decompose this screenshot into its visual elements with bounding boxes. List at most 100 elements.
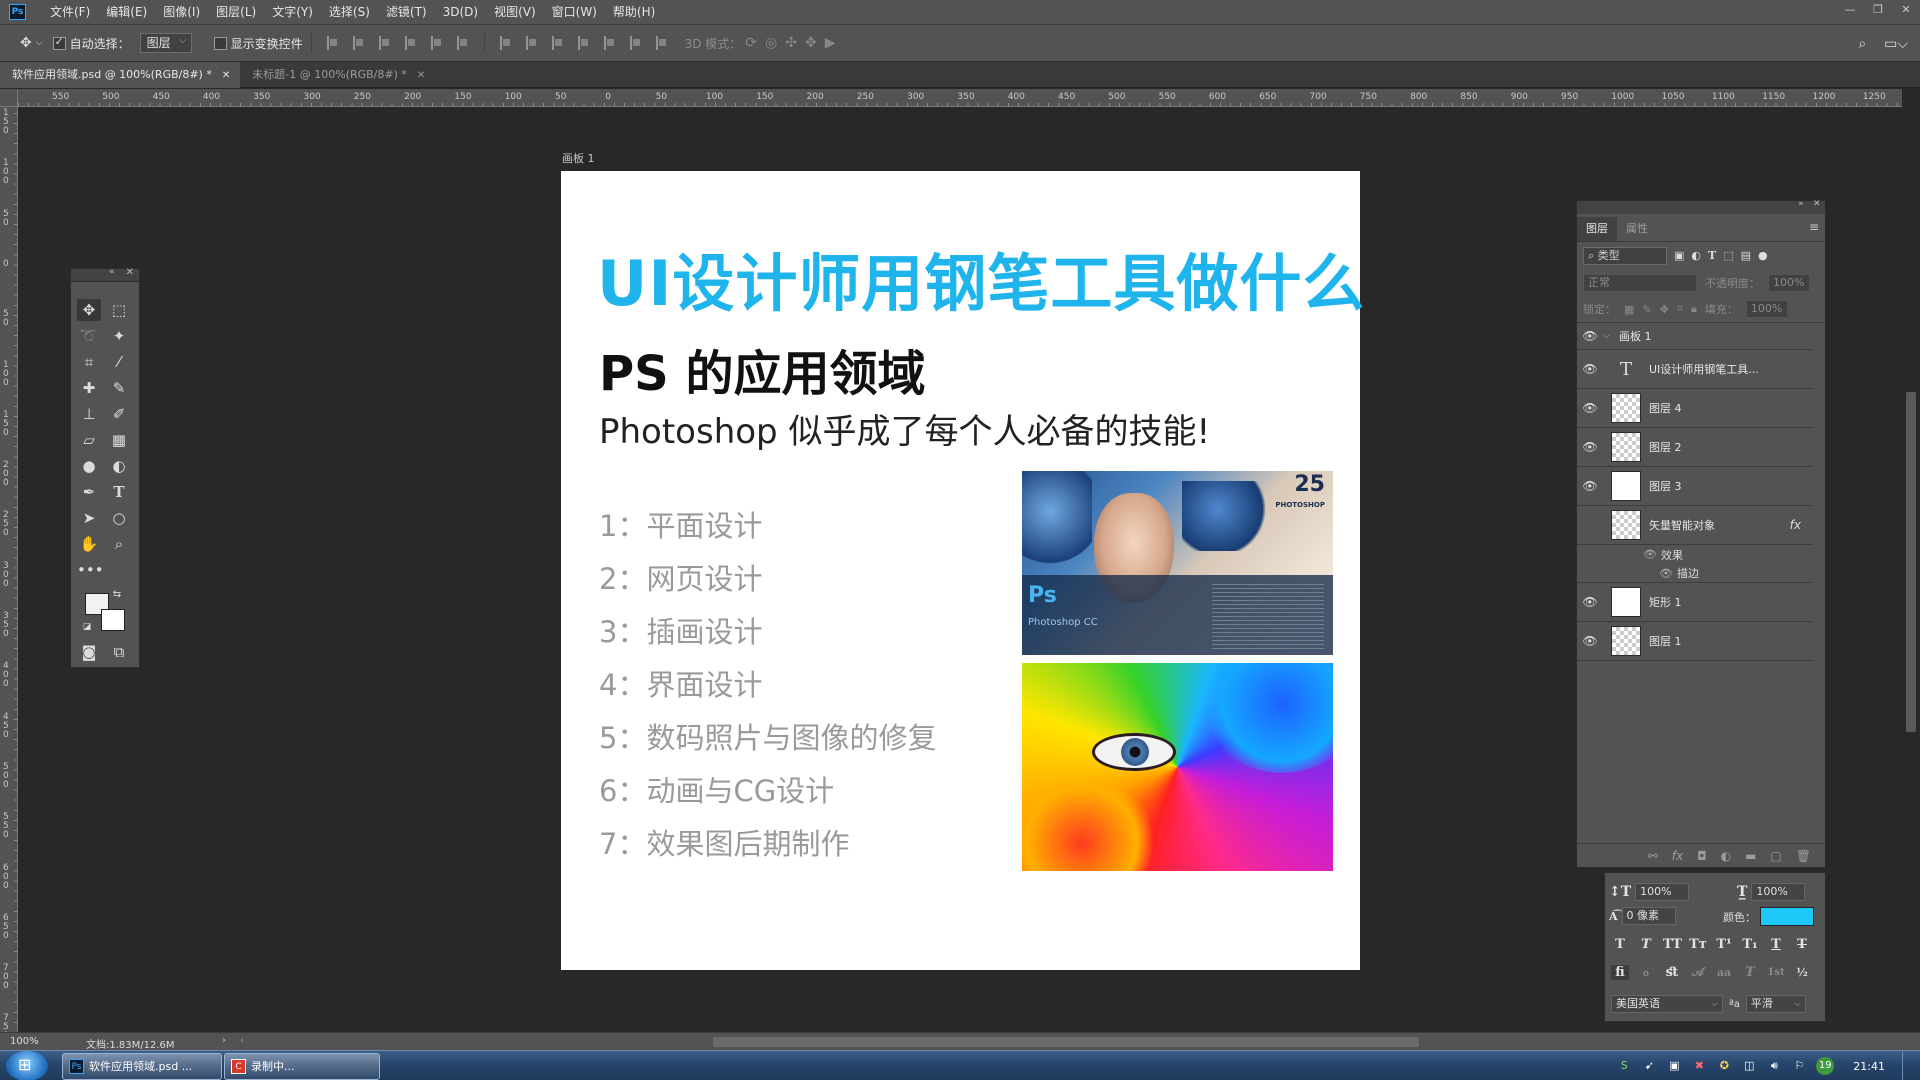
eraser-tool-icon[interactable]: ▱ [77, 429, 101, 451]
tray-app-icon[interactable]: S [1616, 1058, 1632, 1074]
vertical-ruler[interactable]: 150 100 50 0 50 100 150 200 250 300 350 400 450 500 55… [0, 107, 18, 1080]
crop-tool-icon[interactable]: ⌗ [77, 351, 101, 373]
artboard-label[interactable]: 画板 1 [562, 150, 595, 166]
subscript-icon[interactable]: T₁ [1741, 937, 1759, 952]
small-caps-icon[interactable]: Tт [1689, 937, 1707, 952]
background-color-swatch[interactable] [101, 609, 125, 631]
lasso-tool-icon[interactable]: ➰ [77, 325, 101, 347]
eye-icon[interactable]: 👁︎ [1577, 329, 1603, 343]
text-color-swatch[interactable] [1760, 907, 1814, 926]
adjustment-layer-icon[interactable]: ◐ [1721, 849, 1731, 863]
collapse-icon[interactable]: « [109, 267, 115, 277]
close-button[interactable]: ✕ [1892, 0, 1920, 20]
clock[interactable]: 21:41 [1853, 1060, 1885, 1073]
tray-send-icon[interactable]: ➹ [1641, 1058, 1657, 1074]
more-tools-icon[interactable]: ••• [77, 559, 104, 581]
ordinals-icon[interactable]: 1st [1767, 967, 1785, 978]
filter-toggle-icon[interactable]: ● [1758, 249, 1768, 262]
distribute-vertical-center-icon[interactable] [525, 36, 538, 50]
taskbar-recorder-button[interactable]: C 录制中... [224, 1053, 380, 1080]
brush-tool-icon[interactable]: ✎ [107, 377, 131, 399]
menu-file[interactable]: 文件(F) [42, 0, 98, 25]
new-layer-icon[interactable]: ▢ [1770, 849, 1781, 863]
horizontal-scale-input[interactable]: 100% [1751, 883, 1806, 901]
3d-slide-icon[interactable]: ✥ [805, 35, 817, 51]
menu-help[interactable]: 帮助(H) [605, 0, 663, 25]
close-icon[interactable]: ✕ [417, 70, 425, 81]
tools-panel-header[interactable]: « ✕ [71, 267, 139, 282]
layer-row[interactable]: 👁︎ 图层 2 [1577, 428, 1813, 467]
link-layers-icon[interactable]: ⚯ [1648, 849, 1658, 863]
show-transform-checkbox[interactable] [213, 36, 227, 50]
blur-tool-icon[interactable]: ● [77, 455, 101, 477]
tab-document-1[interactable]: 软件应用领域.psd @ 100%(RGB/8#) * ✕ [0, 62, 241, 88]
tray-alert-icon[interactable]: ✖ [1691, 1058, 1707, 1074]
quick-mask-icon[interactable]: ◙ [77, 641, 101, 663]
eye-icon[interactable]: 👁︎ [1577, 440, 1603, 454]
lock-position-icon[interactable]: ✥ [1660, 303, 1669, 316]
blend-mode-dropdown[interactable]: 正常 [1583, 273, 1697, 292]
layer-row[interactable]: 👁︎ 图层 3 [1577, 467, 1813, 506]
menu-filter[interactable]: 滤镜(T) [378, 0, 435, 25]
vertical-scale-input[interactable]: 100% [1635, 883, 1690, 901]
move-tool-icon[interactable]: ✥ [77, 299, 101, 321]
zoom-level[interactable]: 100% [10, 1036, 39, 1047]
menu-edit[interactable]: 编辑(E) [98, 0, 155, 25]
tray-badge[interactable]: 19 [1816, 1057, 1835, 1075]
close-icon[interactable]: ✕ [126, 267, 134, 278]
menu-image[interactable]: 图像(I) [155, 0, 208, 25]
3d-roll-icon[interactable]: ◎ [765, 35, 777, 51]
horizontal-ruler[interactable]: 550 500 450 400 350 300 250 200 150 100 50 0 50 100 15… [18, 89, 1902, 107]
zoom-tool-icon[interactable]: ⌕ [107, 533, 131, 555]
3d-pan-icon[interactable]: ✣ [785, 35, 797, 51]
vertical-scrollbar[interactable] [1906, 392, 1916, 732]
eye-icon[interactable]: 👁︎ [1577, 634, 1603, 648]
panel-header[interactable]: » ✕ [1577, 199, 1825, 214]
align-bottom-icon[interactable] [378, 36, 391, 50]
auto-select-checkbox[interactable] [52, 35, 66, 50]
photoshop-logo-icon[interactable]: Ps [9, 4, 26, 20]
tray-display-icon[interactable]: ◫ [1741, 1058, 1757, 1074]
swash-icon[interactable]: ﬆ [1663, 965, 1681, 980]
underline-icon[interactable]: T [1767, 937, 1785, 952]
layer-filter-dropdown[interactable]: ⌕ 类型 [1583, 246, 1667, 265]
new-group-icon[interactable]: ▬ [1745, 849, 1756, 863]
eye-icon[interactable]: 👁︎ [1577, 479, 1603, 493]
close-icon[interactable]: ✕ [1813, 199, 1821, 209]
path-selection-tool-icon[interactable]: ➤ [77, 507, 101, 529]
minimize-button[interactable]: — [1836, 0, 1864, 20]
menu-3d[interactable]: 3D(D) [435, 0, 486, 25]
close-icon[interactable]: ✕ [222, 70, 230, 81]
filter-adjustment-icon[interactable]: ◐ [1691, 249, 1701, 262]
fill-input[interactable]: 100% [1745, 300, 1788, 318]
eye-icon[interactable]: 👁︎ [1659, 567, 1673, 580]
ellipse-tool-icon[interactable]: ○ [107, 507, 131, 529]
eye-icon[interactable]: 👁︎ [1577, 401, 1603, 415]
effects-row[interactable]: 👁︎ 效果 [1577, 545, 1813, 564]
ruler-origin[interactable] [0, 89, 18, 107]
fx-icon[interactable]: fx [1790, 518, 1801, 532]
start-button[interactable]: ⊞ [6, 1051, 48, 1080]
status-menu-chevron-icon[interactable]: › [222, 1035, 226, 1046]
add-mask-icon[interactable]: ◘ [1697, 849, 1707, 863]
faux-bold-icon[interactable]: T [1611, 937, 1629, 952]
menu-type[interactable]: 文字(Y) [264, 0, 321, 25]
align-top-icon[interactable] [326, 36, 339, 50]
tool-preset-dropdown-icon[interactable]: ⌵ [36, 38, 43, 48]
stylistic-alternates-icon[interactable]: 𝒜 [1689, 965, 1707, 980]
layer-row[interactable]: 👁︎ 图层 1 [1577, 622, 1813, 661]
lock-all-icon[interactable]: 🔒︎ [1691, 302, 1697, 316]
distribute-horizontal-center-icon[interactable] [603, 36, 616, 50]
filter-text-icon[interactable]: T [1708, 249, 1716, 262]
auto-align-icon[interactable] [655, 36, 668, 50]
titling-alternates-icon[interactable]: aa [1715, 966, 1733, 979]
eye-icon[interactable]: 👁︎ [1577, 362, 1603, 376]
3d-orbit-icon[interactable]: ⟳ [745, 35, 757, 51]
tab-document-2[interactable]: 未标题-1 @ 100%(RGB/8#) * ✕ [240, 62, 435, 88]
superscript-icon[interactable]: T¹ [1715, 937, 1733, 952]
align-vertical-center-icon[interactable] [352, 36, 365, 50]
horizontal-scrollbar[interactable] [713, 1037, 1419, 1047]
gradient-tool-icon[interactable]: ▦ [107, 429, 131, 451]
eye-icon[interactable]: 👁︎ [1577, 595, 1603, 609]
tray-security-icon[interactable]: ✪ [1716, 1058, 1732, 1074]
